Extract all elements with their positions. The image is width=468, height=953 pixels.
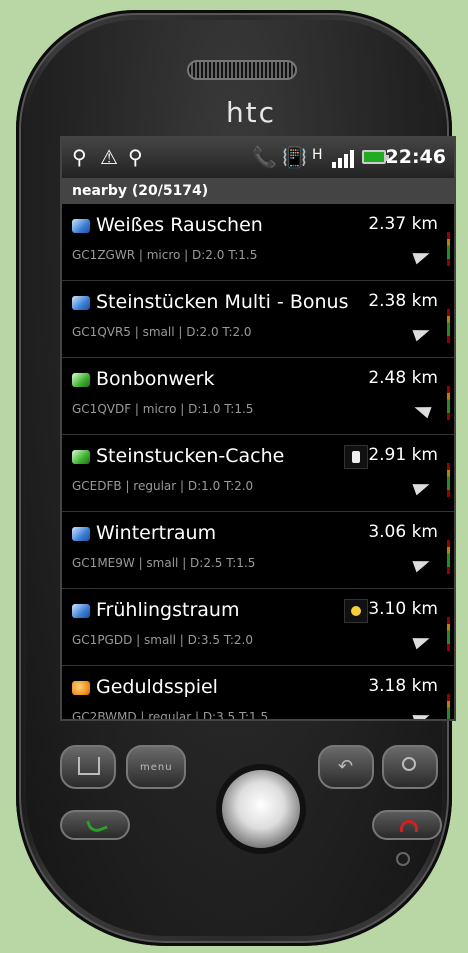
list-item[interactable]: Wintertraum GC1ME9W | small | D:2.5 T:1.… bbox=[62, 512, 454, 589]
cache-name: Steinstucken-Cache bbox=[96, 445, 285, 467]
cache-distance: 2.38 km bbox=[368, 291, 438, 311]
direction-arrow-icon bbox=[412, 632, 432, 650]
cache-blue-icon bbox=[72, 604, 90, 618]
list-item[interactable]: Frühlingstraum GC1PGDD | small | D:3.5 T… bbox=[62, 589, 454, 666]
list-item[interactable]: Steinstucken-Cache GCEDFB | regular | D:… bbox=[62, 435, 454, 512]
direction-arrow-icon bbox=[412, 555, 432, 573]
cache-name: Bonbonwerk bbox=[96, 368, 215, 390]
menu-button[interactable]: menu bbox=[126, 745, 186, 789]
back-arrow-icon: ↶ bbox=[338, 756, 354, 777]
cache-green-icon bbox=[72, 450, 90, 464]
cache-meta: GC1QVDF | micro | D:1.0 T:1.5 bbox=[72, 402, 254, 416]
end-call-icon bbox=[400, 820, 418, 832]
home-icon bbox=[78, 757, 100, 775]
search-icon bbox=[402, 757, 416, 771]
direction-arrow-icon bbox=[412, 478, 432, 496]
list-item[interactable]: Geduldsspiel GC2BWMD | regular | D:3.5 T… bbox=[62, 666, 454, 721]
menu-icon: menu bbox=[140, 762, 173, 773]
list-title: nearby (20/5174) bbox=[62, 178, 454, 204]
cache-meta: GC1QVR5 | small | D:2.0 T:2.0 bbox=[72, 325, 252, 339]
brand-logo: htc bbox=[225, 96, 277, 129]
signal-meter-icon bbox=[447, 386, 450, 420]
cache-name: Wintertraum bbox=[96, 522, 217, 544]
battery-icon bbox=[362, 150, 389, 164]
signal-meter-icon bbox=[447, 617, 450, 651]
data-icon: H bbox=[312, 147, 323, 163]
back-button[interactable]: ↶ bbox=[318, 745, 374, 789]
cache-distance: 3.06 km bbox=[368, 522, 438, 542]
cache-meta: GC1ME9W | small | D:2.5 T:1.5 bbox=[72, 556, 256, 570]
signal-meter-icon bbox=[447, 694, 450, 719]
cache-distance: 3.10 km bbox=[368, 599, 438, 619]
home-button[interactable] bbox=[60, 745, 116, 789]
direction-arrow-icon bbox=[412, 324, 432, 342]
status-time: 22:46 bbox=[385, 146, 446, 168]
signal-meter-icon bbox=[447, 232, 450, 266]
phone-body: htc ⚲ ⚠ ⚲ 📞 📳 H 22:46 nearby (20/5174) W… bbox=[16, 10, 456, 946]
usb-icon: ⚲ bbox=[128, 145, 143, 169]
cache-list: Weißes Rauschen GC1ZGWR | micro | D:2.0 … bbox=[62, 204, 454, 721]
phone-icon: 📞 bbox=[252, 145, 277, 169]
status-bar: ⚲ ⚠ ⚲ 📞 📳 H 22:46 bbox=[62, 138, 454, 178]
cache-blue-icon bbox=[72, 296, 90, 310]
list-item[interactable]: Weißes Rauschen GC1ZGWR | micro | D:2.0 … bbox=[62, 204, 454, 281]
trackball[interactable] bbox=[216, 764, 306, 854]
cache-blue-icon bbox=[72, 527, 90, 541]
cache-distance: 2.37 km bbox=[368, 214, 438, 234]
signal-meter-icon bbox=[447, 540, 450, 574]
cache-distance: 3.18 km bbox=[368, 676, 438, 696]
cache-name: Geduldsspiel bbox=[96, 676, 218, 698]
speaker-grille bbox=[187, 60, 297, 80]
call-button[interactable] bbox=[60, 810, 130, 840]
signal-meter-icon bbox=[447, 309, 450, 343]
direction-arrow-icon bbox=[412, 401, 432, 419]
signal-icon bbox=[330, 148, 354, 168]
cache-meta: GC1PGDD | small | D:3.5 T:2.0 bbox=[72, 633, 253, 647]
cache-meta: GC2BWMD | regular | D:3.5 T:1.5 bbox=[72, 710, 269, 721]
cache-distance: 2.91 km bbox=[368, 445, 438, 465]
screen: ⚲ ⚠ ⚲ 📞 📳 H 22:46 nearby (20/5174) Weiße… bbox=[60, 136, 456, 721]
cache-orange-icon bbox=[72, 681, 90, 695]
location-pin-icon: ⚲ bbox=[72, 145, 87, 169]
cache-name: Steinstücken Multi - Bonus bbox=[96, 291, 349, 313]
power-icon bbox=[396, 852, 410, 866]
list-item[interactable]: Bonbonwerk GC1QVDF | micro | D:1.0 T:1.5… bbox=[62, 358, 454, 435]
cache-green-icon bbox=[72, 373, 90, 387]
call-icon bbox=[86, 815, 108, 835]
dot-icon bbox=[344, 599, 368, 623]
cache-distance: 2.48 km bbox=[368, 368, 438, 388]
note-icon bbox=[344, 445, 368, 469]
warning-icon: ⚠ bbox=[100, 145, 118, 169]
direction-arrow-icon bbox=[412, 247, 432, 265]
cache-name: Weißes Rauschen bbox=[96, 214, 263, 236]
cache-meta: GCEDFB | regular | D:1.0 T:2.0 bbox=[72, 479, 254, 493]
cache-meta: GC1ZGWR | micro | D:2.0 T:1.5 bbox=[72, 248, 258, 262]
cache-blue-icon bbox=[72, 219, 90, 233]
list-item[interactable]: Steinstücken Multi - Bonus GC1QVR5 | sma… bbox=[62, 281, 454, 358]
direction-arrow-icon bbox=[412, 709, 432, 719]
search-button[interactable] bbox=[382, 745, 438, 789]
vibrate-icon: 📳 bbox=[282, 145, 307, 169]
cache-name: Frühlingstraum bbox=[96, 599, 240, 621]
signal-meter-icon bbox=[447, 463, 450, 497]
end-call-button[interactable] bbox=[372, 810, 442, 840]
